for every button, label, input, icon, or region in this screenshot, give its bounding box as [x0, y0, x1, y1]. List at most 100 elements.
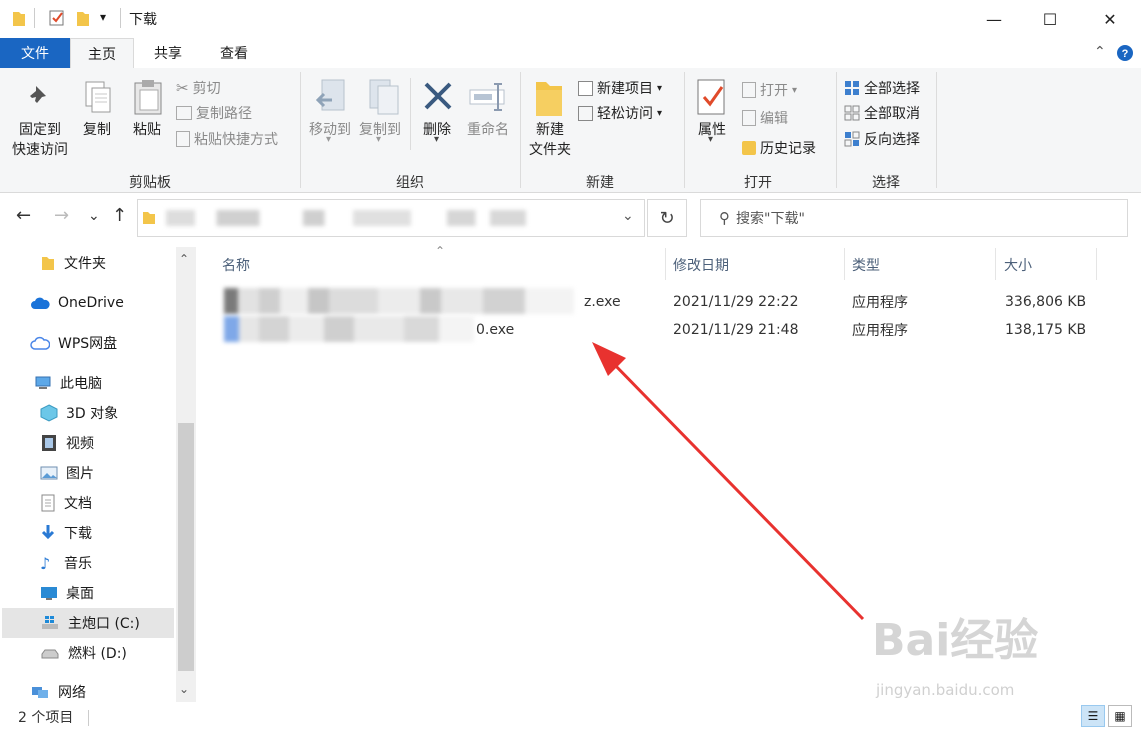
- easy-access-icon: [578, 105, 593, 121]
- ribbon-separator: [520, 72, 521, 188]
- rename-button[interactable]: 重命名: [462, 120, 514, 140]
- easy-access-button[interactable]: 轻松访问 ▾: [578, 101, 662, 125]
- scroll-up-icon[interactable]: ⌃: [179, 252, 189, 266]
- sidebar-item-music[interactable]: ♪ 音乐: [40, 548, 92, 578]
- invert-selection-icon: [844, 131, 860, 147]
- copy-to-icon: [369, 79, 399, 115]
- column-separator[interactable]: [665, 248, 666, 280]
- properties-icon: [697, 79, 725, 115]
- details-view-icon[interactable]: ☰: [1081, 705, 1105, 727]
- annotation-arrow: [592, 342, 865, 621]
- sidebar-item-downloads[interactable]: 下载: [40, 518, 92, 548]
- copy-path-icon: [176, 106, 192, 120]
- address-dropdown-icon[interactable]: ⌄: [622, 208, 634, 224]
- new-folder-icon[interactable]: [76, 10, 90, 28]
- sidebar-item-folder[interactable]: 文件夹: [40, 248, 106, 278]
- scissors-icon: ✂: [176, 79, 189, 97]
- sidebar-item-wps[interactable]: WPS网盘: [30, 328, 117, 358]
- search-box[interactable]: ⚲ 搜索"下载": [700, 199, 1128, 237]
- address-bar[interactable]: ⌄: [137, 199, 645, 237]
- tab-home[interactable]: 主页: [70, 38, 134, 69]
- watermark-url: jingyan.baidu.com: [876, 681, 1015, 699]
- scroll-down-icon[interactable]: ⌄: [179, 682, 189, 696]
- back-arrow-icon[interactable]: ←: [16, 205, 31, 226]
- sidebar-item-this-pc[interactable]: 此电脑: [34, 368, 102, 398]
- minimize-button[interactable]: —: [971, 0, 1017, 38]
- move-to-icon: [315, 79, 345, 111]
- customize-quick-access-icon[interactable]: ▾: [100, 10, 106, 24]
- ribbon-separator: [936, 72, 937, 188]
- windows-drive-icon: [42, 616, 58, 629]
- sidebar-item-3d-objects[interactable]: 3D 对象: [40, 398, 118, 428]
- column-header-size[interactable]: 大小: [1004, 251, 1032, 279]
- paste-button[interactable]: 粘贴: [124, 120, 170, 140]
- nav-scrollbar-thumb[interactable]: [178, 423, 194, 671]
- delete-dropdown-icon: ▾: [434, 134, 440, 145]
- cut-button[interactable]: ✂ 剪切: [176, 76, 221, 100]
- column-separator[interactable]: [995, 248, 996, 280]
- sidebar-item-drive-d[interactable]: 燃料 (D:): [40, 638, 127, 668]
- history-icon: [742, 141, 756, 155]
- open-icon: [742, 82, 756, 98]
- select-group-label: 选择: [872, 175, 900, 191]
- copy-button[interactable]: 复制: [74, 120, 120, 140]
- easy-access-dropdown-icon: ▾: [657, 107, 663, 119]
- cloud-outline-icon: [30, 336, 50, 350]
- cloud-icon: [31, 297, 50, 309]
- file-modified: 2021/11/29 22:22: [673, 294, 799, 310]
- move-to-dropdown-icon: ▾: [326, 134, 332, 145]
- picture-icon: [40, 466, 58, 480]
- up-arrow-icon[interactable]: ↑: [112, 205, 127, 226]
- folder-icon: [143, 212, 155, 224]
- sidebar-item-videos[interactable]: 视频: [40, 428, 94, 458]
- sidebar-item-onedrive[interactable]: OneDrive: [30, 288, 124, 318]
- svg-text:?: ?: [1122, 48, 1129, 60]
- history-button[interactable]: 历史记录: [742, 136, 816, 160]
- column-separator[interactable]: [1096, 248, 1097, 280]
- file-size: 138,175 KB: [1005, 322, 1087, 338]
- edit-button[interactable]: 编辑: [742, 106, 788, 130]
- sidebar-item-network[interactable]: 网络: [30, 677, 86, 707]
- sidebar-item-desktop[interactable]: 桌面: [40, 578, 94, 608]
- film-icon: [42, 435, 56, 451]
- sidebar-item-documents[interactable]: 文档: [40, 488, 92, 518]
- tab-view[interactable]: 查看: [204, 38, 264, 68]
- copy-path-button[interactable]: 复制路径: [176, 101, 252, 125]
- refresh-button[interactable]: ↻: [647, 199, 687, 237]
- column-separator[interactable]: [844, 248, 845, 280]
- pin-quick-access-button[interactable]: 固定到 快速访问: [4, 120, 76, 160]
- select-all-button[interactable]: 全部选择: [844, 76, 920, 100]
- close-button[interactable]: ✕: [1087, 0, 1133, 38]
- new-item-button[interactable]: 新建项目 ▾: [578, 76, 662, 100]
- paste-icon: [134, 80, 162, 115]
- copy-icon: [85, 81, 111, 113]
- new-folder-button[interactable]: 新建 文件夹: [524, 120, 576, 160]
- select-none-button[interactable]: 全部取消: [844, 101, 920, 125]
- document-icon: [41, 494, 55, 512]
- help-icon[interactable]: ?: [1116, 44, 1134, 62]
- open-dropdown-icon: ▾: [792, 84, 798, 96]
- computer-icon: [35, 376, 51, 389]
- maximize-button[interactable]: ☐: [1027, 0, 1073, 38]
- collapse-ribbon-icon[interactable]: ⌃: [1094, 44, 1106, 60]
- address-path: [166, 210, 526, 226]
- paste-shortcut-button[interactable]: 粘贴快捷方式: [176, 127, 278, 151]
- network-icon: [32, 687, 48, 698]
- new-item-dropdown-icon: ▾: [657, 82, 663, 94]
- large-icons-view-icon[interactable]: ▦: [1108, 705, 1132, 727]
- recent-locations-icon[interactable]: ⌄: [88, 208, 100, 224]
- sidebar-item-pictures[interactable]: 图片: [40, 458, 94, 488]
- tab-file[interactable]: 文件: [0, 38, 70, 68]
- column-header-type[interactable]: 类型: [852, 251, 880, 279]
- folder-icon: [13, 12, 25, 26]
- organize-group-label: 组织: [396, 175, 424, 191]
- sidebar-item-drive-c[interactable]: 主炮口 (C:): [40, 608, 140, 638]
- open-button[interactable]: 打开 ▾: [742, 78, 797, 102]
- new-item-icon: [578, 80, 593, 96]
- column-header-modified[interactable]: 修改日期: [673, 251, 729, 279]
- column-header-name[interactable]: 名称: [222, 251, 250, 279]
- forward-arrow-icon[interactable]: →: [54, 205, 69, 226]
- tab-share[interactable]: 共享: [138, 38, 198, 68]
- invert-selection-button[interactable]: 反向选择: [844, 127, 920, 151]
- properties-check-icon[interactable]: [48, 9, 66, 27]
